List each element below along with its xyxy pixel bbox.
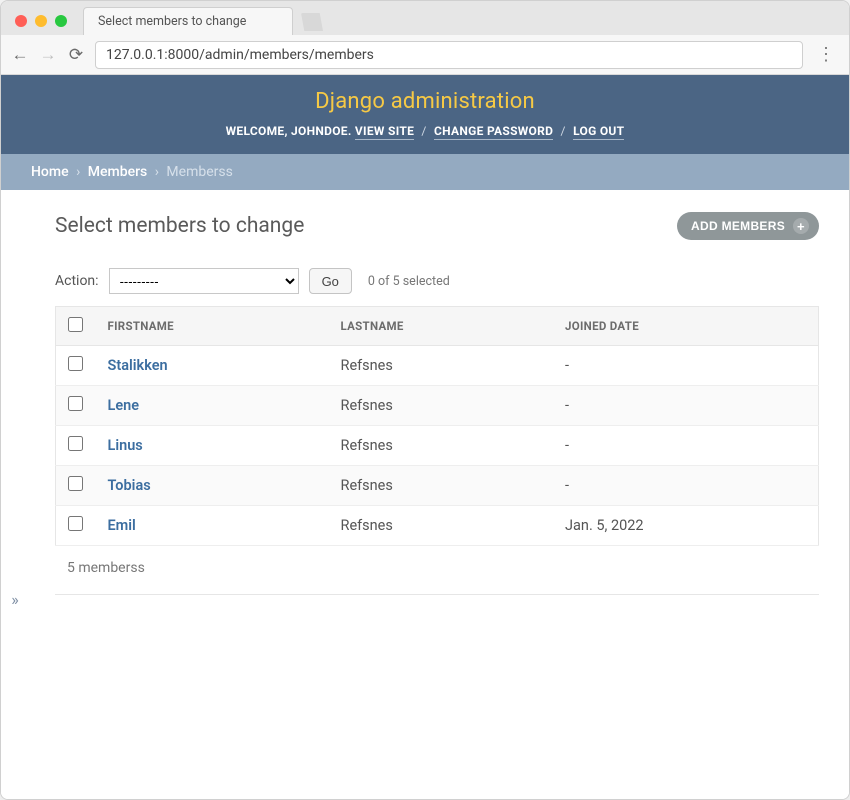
username: JOHNDOE (291, 124, 348, 138)
cell-firstname: Linus (96, 426, 329, 466)
logout-link[interactable]: LOG OUT (573, 124, 624, 140)
row-checkbox[interactable] (68, 396, 83, 411)
browser-tabbar: Select members to change (1, 1, 849, 35)
col-joined[interactable]: JOINED DATE (553, 307, 818, 346)
breadcrumb: Home › Members › Memberss (1, 154, 849, 190)
minimize-window-icon[interactable] (35, 15, 47, 27)
select-all-header (56, 307, 96, 346)
url-text: 127.0.0.1:8000/admin/members/members (106, 47, 374, 63)
firstname-link[interactable]: Linus (108, 437, 143, 454)
plus-icon: + (793, 218, 809, 234)
page-title: Select members to change (55, 214, 304, 238)
tab-title: Select members to change (98, 14, 246, 29)
browser-tab[interactable]: Select members to change (83, 7, 293, 35)
breadcrumb-caret: › (76, 164, 80, 180)
content-wrap: » Select members to change ADD MEMBERS +… (1, 190, 849, 799)
select-all-checkbox[interactable] (68, 317, 83, 332)
breadcrumb-app[interactable]: Members (88, 164, 147, 180)
cell-joined-date: - (553, 346, 818, 386)
heading-row: Select members to change ADD MEMBERS + (55, 212, 819, 240)
separator: / (421, 124, 426, 138)
breadcrumb-current: Memberss (166, 164, 232, 180)
col-lastname[interactable]: LASTNAME (329, 307, 554, 346)
content: Select members to change ADD MEMBERS + A… (29, 190, 849, 799)
cell-joined-date: - (553, 386, 818, 426)
url-input[interactable]: 127.0.0.1:8000/admin/members/members (95, 41, 803, 69)
row-checkbox-cell (56, 506, 96, 546)
firstname-link[interactable]: Stalikken (108, 357, 168, 374)
firstname-link[interactable]: Emil (108, 517, 136, 534)
change-password-link[interactable]: CHANGE PASSWORD (434, 124, 553, 140)
cell-joined-date: - (553, 466, 818, 506)
results-table: FIRSTNAME LASTNAME JOINED DATE Stalikken… (55, 306, 819, 546)
table-row: Tobias Refsnes- (56, 466, 819, 506)
separator: / (561, 124, 566, 138)
row-checkbox[interactable] (68, 436, 83, 451)
breadcrumb-home[interactable]: Home (31, 164, 69, 180)
action-select[interactable]: --------- (109, 268, 299, 294)
browser-toolbar: ← → ⟳ 127.0.0.1:8000/admin/members/membe… (1, 35, 849, 75)
row-checkbox[interactable] (68, 476, 83, 491)
cell-lastname: Refsnes (329, 346, 554, 386)
cell-firstname: Stalikken (96, 346, 329, 386)
welcome-prefix: WELCOME, (226, 124, 291, 138)
cell-firstname: Tobias (96, 466, 329, 506)
site-title: Django administration (1, 89, 849, 114)
table-header-row: FIRSTNAME LASTNAME JOINED DATE (56, 307, 819, 346)
table-row: Emil RefsnesJan. 5, 2022 (56, 506, 819, 546)
action-label: Action: (55, 273, 99, 289)
add-button-label: ADD MEMBERS (691, 219, 785, 233)
table-row: Stalikken Refsnes- (56, 346, 819, 386)
cell-lastname: Refsnes (329, 506, 554, 546)
go-button[interactable]: Go (309, 268, 352, 294)
forward-icon[interactable]: → (39, 45, 57, 65)
cell-lastname: Refsnes (329, 386, 554, 426)
browser-menu-icon[interactable]: ⋮ (813, 44, 839, 65)
view-site-link[interactable]: VIEW SITE (355, 124, 414, 140)
breadcrumb-caret: › (155, 164, 159, 180)
cell-joined-date: - (553, 426, 818, 466)
firstname-link[interactable]: Tobias (108, 477, 151, 494)
welcome-dot: . (348, 124, 355, 138)
close-window-icon[interactable] (15, 15, 27, 27)
window-controls (11, 15, 75, 35)
toggle-sidebar-button[interactable]: » (1, 190, 29, 799)
table-row: Lene Refsnes- (56, 386, 819, 426)
result-count: 5 memberss (55, 546, 819, 595)
cell-firstname: Lene (96, 386, 329, 426)
back-icon[interactable]: ← (11, 45, 29, 65)
reload-icon[interactable]: ⟳ (67, 45, 85, 65)
cell-lastname: Refsnes (329, 426, 554, 466)
add-members-button[interactable]: ADD MEMBERS + (677, 212, 819, 240)
col-firstname[interactable]: FIRSTNAME (96, 307, 329, 346)
row-checkbox[interactable] (68, 516, 83, 531)
row-checkbox-cell (56, 466, 96, 506)
table-row: Linus Refsnes- (56, 426, 819, 466)
row-checkbox-cell (56, 386, 96, 426)
chevron-right-icon: » (11, 590, 19, 609)
maximize-window-icon[interactable] (55, 15, 67, 27)
firstname-link[interactable]: Lene (108, 397, 140, 414)
cell-joined-date: Jan. 5, 2022 (553, 506, 818, 546)
row-checkbox-cell (56, 426, 96, 466)
selection-count: 0 of 5 selected (368, 274, 450, 289)
browser-window: Select members to change ← → ⟳ 127.0.0.1… (0, 0, 850, 800)
cell-firstname: Emil (96, 506, 329, 546)
row-checkbox[interactable] (68, 356, 83, 371)
cell-lastname: Refsnes (329, 466, 554, 506)
user-bar: WELCOME, JOHNDOE. VIEW SITE / CHANGE PAS… (1, 124, 849, 138)
row-checkbox-cell (56, 346, 96, 386)
admin-header: Django administration WELCOME, JOHNDOE. … (1, 75, 849, 154)
action-row: Action: --------- Go 0 of 5 selected (55, 268, 819, 294)
new-tab-button[interactable] (301, 13, 323, 31)
